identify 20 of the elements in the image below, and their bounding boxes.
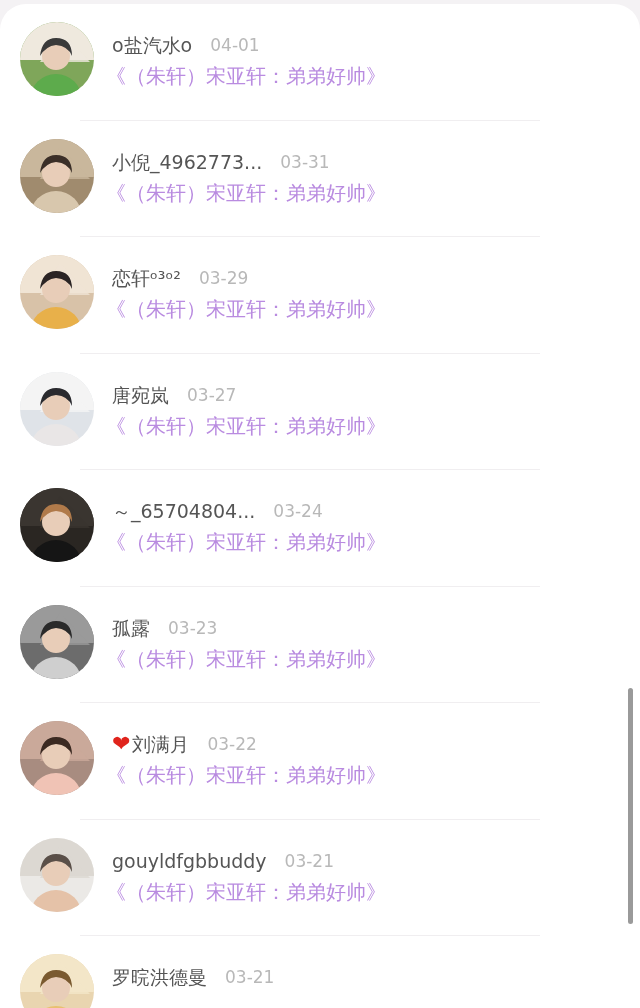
user-name[interactable]: ～_65704804... [112,498,256,524]
user-name[interactable]: 小倪_4962773... [112,148,263,175]
date: 03-21 [225,966,275,989]
date: 03-29 [198,267,249,290]
date: 03-31 [280,150,330,174]
user-name[interactable]: gouyldfgbbuddy [112,847,267,874]
user-name[interactable]: 孤露 [112,614,150,641]
user-name[interactable]: 唐宛岚 [112,381,169,408]
date: 03-23 [168,616,218,640]
date: 03-21 [284,849,334,873]
date: 03-27 [187,383,237,407]
user-name[interactable]: o盐汽水o [112,32,193,58]
user-name[interactable]: 罗晥洪德曼 [112,964,207,990]
scrollbar[interactable] [628,688,633,924]
date: 04-01 [210,34,260,57]
user-name[interactable]: 刘满月 [132,731,190,757]
date: 03-22 [207,733,257,756]
heart-icon: ❤ [112,731,131,757]
user-name[interactable]: 恋轩ᵒ³ᵒ² [112,265,181,291]
date: 03-24 [273,500,323,523]
